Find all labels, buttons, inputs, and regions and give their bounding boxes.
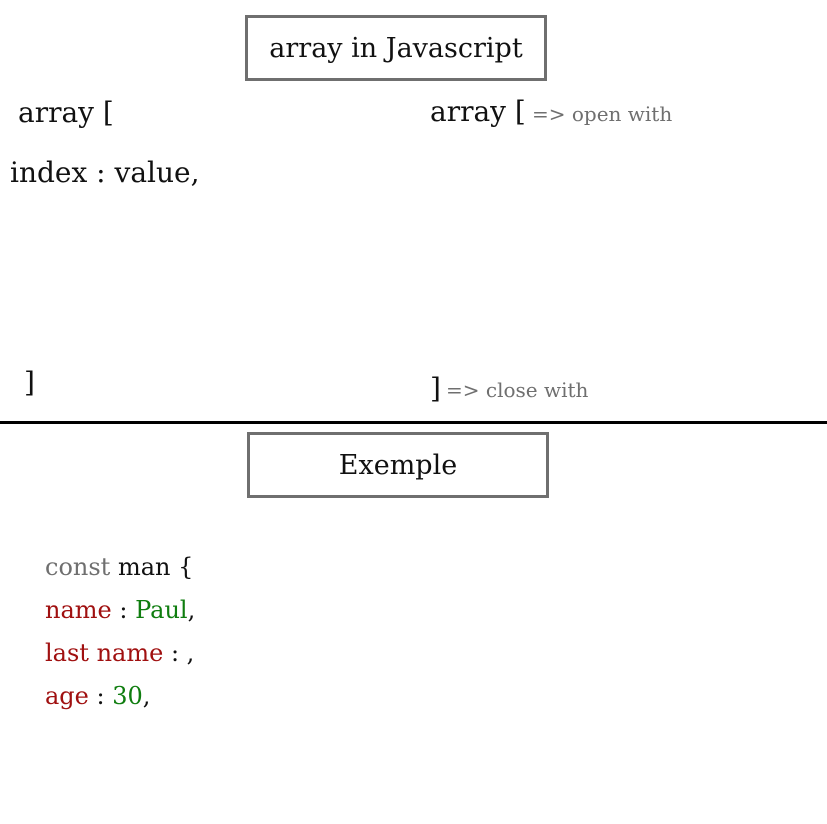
name-key: name [45,596,112,624]
age-sep: : [88,682,113,710]
last-name-end: , [186,639,195,667]
close-note: => close with [446,378,589,402]
object-name: man { [117,553,194,581]
name-end: , [187,596,196,624]
page-title: array in Javascript [269,32,523,64]
right-array-open: array [ [430,95,526,128]
section-divider [0,421,827,424]
left-array-open: array [ [18,96,114,129]
title-box: array in Javascript [245,15,547,81]
open-note: => open with [532,102,673,126]
name-value: Paul [135,596,188,624]
code-line-const: const man { [45,553,193,581]
code-line-last-name: last name : , [45,639,194,667]
const-keyword: const [45,553,111,581]
code-line-age: age : 30, [45,682,150,710]
last-name-key: last name [45,639,164,667]
last-name-sep: : [163,639,187,667]
example-title: Exemple [338,449,458,481]
right-array-close: ] [430,372,441,405]
age-value: 30 [112,682,143,710]
code-line-name: name : Paul, [45,596,195,624]
age-key: age [45,682,89,710]
example-box: Exemple [247,432,549,498]
left-array-close: ] [24,366,35,399]
age-end: , [142,682,151,710]
left-index-value: index : value, [10,156,200,189]
name-sep: : [111,596,136,624]
